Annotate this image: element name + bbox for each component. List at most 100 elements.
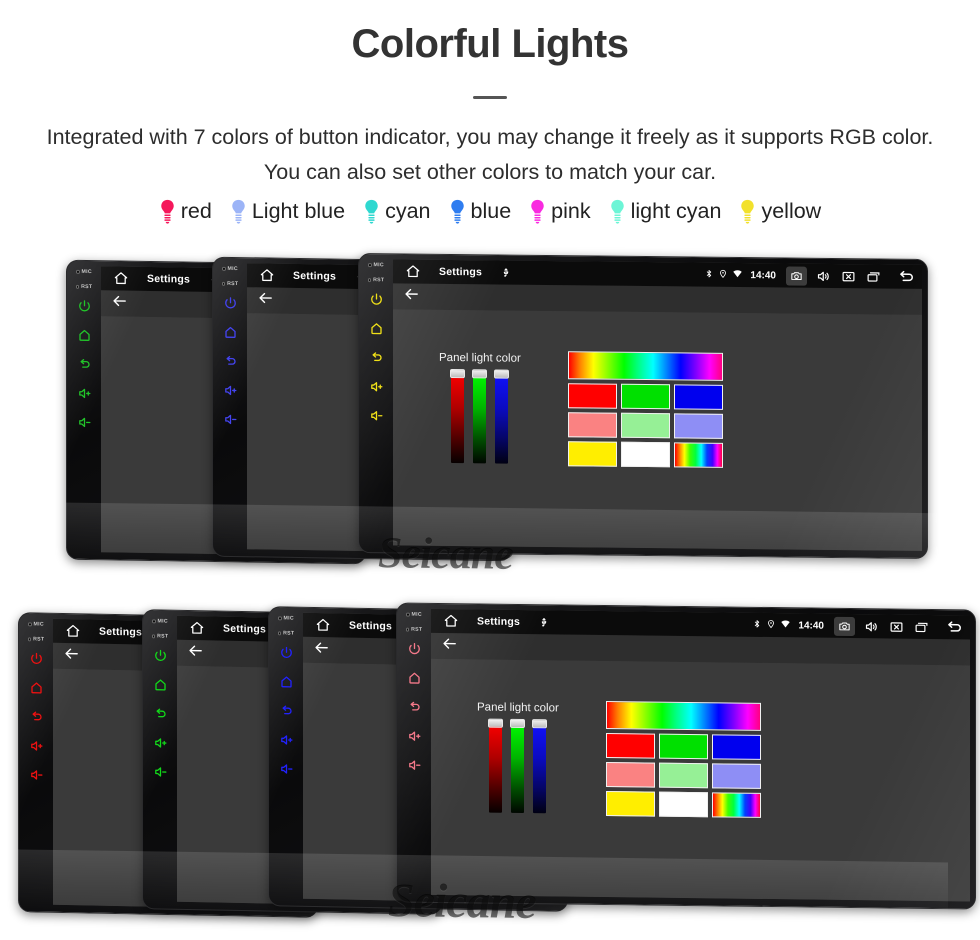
volume-icon[interactable] — [815, 268, 832, 283]
volume-down-button[interactable] — [407, 758, 422, 773]
touch-screen[interactable]: Settings 14:40 Panel light color — [393, 259, 922, 551]
power-button[interactable] — [407, 642, 422, 657]
slider-knob[interactable] — [532, 719, 548, 729]
rainbow-spectrum-bar[interactable] — [568, 351, 723, 381]
home-button[interactable] — [279, 674, 294, 689]
blue-slider[interactable] — [494, 369, 510, 464]
volume-up-button[interactable] — [279, 732, 294, 747]
swatch-blue[interactable] — [674, 384, 723, 410]
red-slider[interactable] — [488, 718, 504, 813]
back-button[interactable] — [29, 709, 44, 724]
home-icon[interactable] — [65, 623, 81, 639]
back-arrow-icon[interactable] — [257, 289, 274, 311]
back-arrow-icon[interactable] — [944, 618, 964, 636]
home-button[interactable] — [407, 671, 422, 686]
home-button[interactable] — [223, 325, 238, 340]
slider-knob[interactable] — [488, 718, 504, 728]
device-pink[interactable]: MIC RST Settings 14:40 Panel light color — [396, 602, 976, 910]
swatch-light-red[interactable] — [606, 762, 655, 788]
back-arrow-icon[interactable] — [403, 285, 420, 307]
home-button[interactable] — [153, 677, 168, 692]
device-yellow[interactable]: MIC RST Settings 14:40 Panel light color — [358, 253, 928, 559]
back-arrow-icon[interactable] — [896, 268, 916, 286]
green-slider[interactable] — [472, 369, 488, 464]
red-slider[interactable] — [450, 368, 466, 464]
swatch-yellow[interactable] — [568, 441, 617, 467]
rst-led-dot — [221, 282, 226, 286]
camera-icon[interactable] — [786, 265, 807, 286]
swatch-light-red[interactable] — [568, 412, 617, 438]
back-button[interactable] — [153, 706, 168, 721]
home-button[interactable] — [77, 328, 92, 343]
back-button[interactable] — [279, 703, 294, 718]
power-button[interactable] — [279, 645, 294, 660]
home-icon[interactable] — [405, 264, 421, 280]
volume-up-button[interactable] — [29, 738, 44, 753]
home-icon[interactable] — [443, 613, 459, 629]
home-icon[interactable] — [315, 617, 331, 633]
power-button[interactable] — [369, 292, 384, 307]
power-button[interactable] — [29, 651, 44, 666]
recent-apps-icon[interactable] — [913, 619, 930, 634]
rst-indicator: RST — [277, 630, 294, 637]
home-button[interactable] — [369, 321, 384, 336]
power-button[interactable] — [153, 648, 168, 663]
swatch-red[interactable] — [568, 383, 617, 409]
home-icon[interactable] — [113, 270, 129, 286]
volume-up-button[interactable] — [369, 379, 384, 394]
home-icon[interactable] — [259, 267, 275, 283]
slider-knob[interactable] — [450, 368, 466, 379]
rainbow-spectrum-bar[interactable] — [606, 701, 761, 731]
volume-up-button[interactable] — [153, 735, 168, 750]
back-arrow-icon[interactable] — [187, 642, 204, 664]
power-button[interactable] — [77, 299, 92, 314]
swatch-light-blue[interactable] — [674, 413, 723, 439]
home-icon[interactable] — [189, 620, 205, 636]
slider-knob[interactable] — [494, 369, 510, 379]
swatch-white[interactable] — [621, 441, 670, 468]
volume-down-button[interactable] — [369, 408, 384, 423]
back-arrow-icon[interactable] — [313, 639, 330, 661]
mic-led-dot — [368, 263, 372, 267]
volume-down-button[interactable] — [279, 761, 294, 776]
swatch-rainbow[interactable] — [712, 792, 761, 818]
back-arrow-icon[interactable] — [111, 292, 128, 314]
swatch-white[interactable] — [659, 791, 708, 818]
volume-icon[interactable] — [863, 619, 880, 634]
swatch-blue[interactable] — [712, 734, 761, 760]
volume-up-button[interactable] — [407, 729, 422, 744]
power-button[interactable] — [223, 296, 238, 311]
back-arrow-icon[interactable] — [63, 645, 80, 667]
back-button[interactable] — [407, 700, 422, 715]
volume-down-button[interactable] — [29, 767, 44, 782]
close-x-icon[interactable] — [840, 269, 857, 284]
camera-icon[interactable] — [834, 616, 855, 636]
volume-down-button[interactable] — [77, 415, 92, 430]
volume-up-button[interactable] — [77, 386, 92, 401]
green-slider[interactable] — [510, 718, 526, 814]
usb-icon — [538, 616, 550, 628]
back-button[interactable] — [77, 357, 92, 372]
swatch-light-green[interactable] — [659, 762, 708, 789]
recent-apps-icon[interactable] — [865, 269, 882, 284]
swatch-yellow[interactable] — [606, 791, 655, 817]
swatch-green[interactable] — [621, 383, 670, 410]
blue-slider[interactable] — [532, 719, 548, 814]
touch-screen[interactable]: Settings 14:40 Panel light color — [431, 608, 970, 902]
slider-knob[interactable] — [510, 718, 526, 729]
back-arrow-icon[interactable] — [441, 635, 458, 657]
swatch-red[interactable] — [606, 733, 655, 759]
swatch-rainbow[interactable] — [674, 442, 723, 468]
swatch-light-blue[interactable] — [712, 763, 761, 789]
slider-knob[interactable] — [472, 369, 488, 379]
swatch-light-green[interactable] — [621, 412, 670, 439]
close-x-icon[interactable] — [888, 619, 905, 634]
home-button[interactable] — [29, 680, 44, 695]
back-button[interactable] — [369, 350, 384, 365]
back-button[interactable] — [223, 354, 238, 369]
volume-up-button[interactable] — [223, 383, 238, 398]
rst-led-dot — [405, 627, 410, 632]
volume-down-button[interactable] — [153, 764, 168, 779]
swatch-green[interactable] — [659, 733, 708, 760]
volume-down-button[interactable] — [223, 412, 238, 427]
